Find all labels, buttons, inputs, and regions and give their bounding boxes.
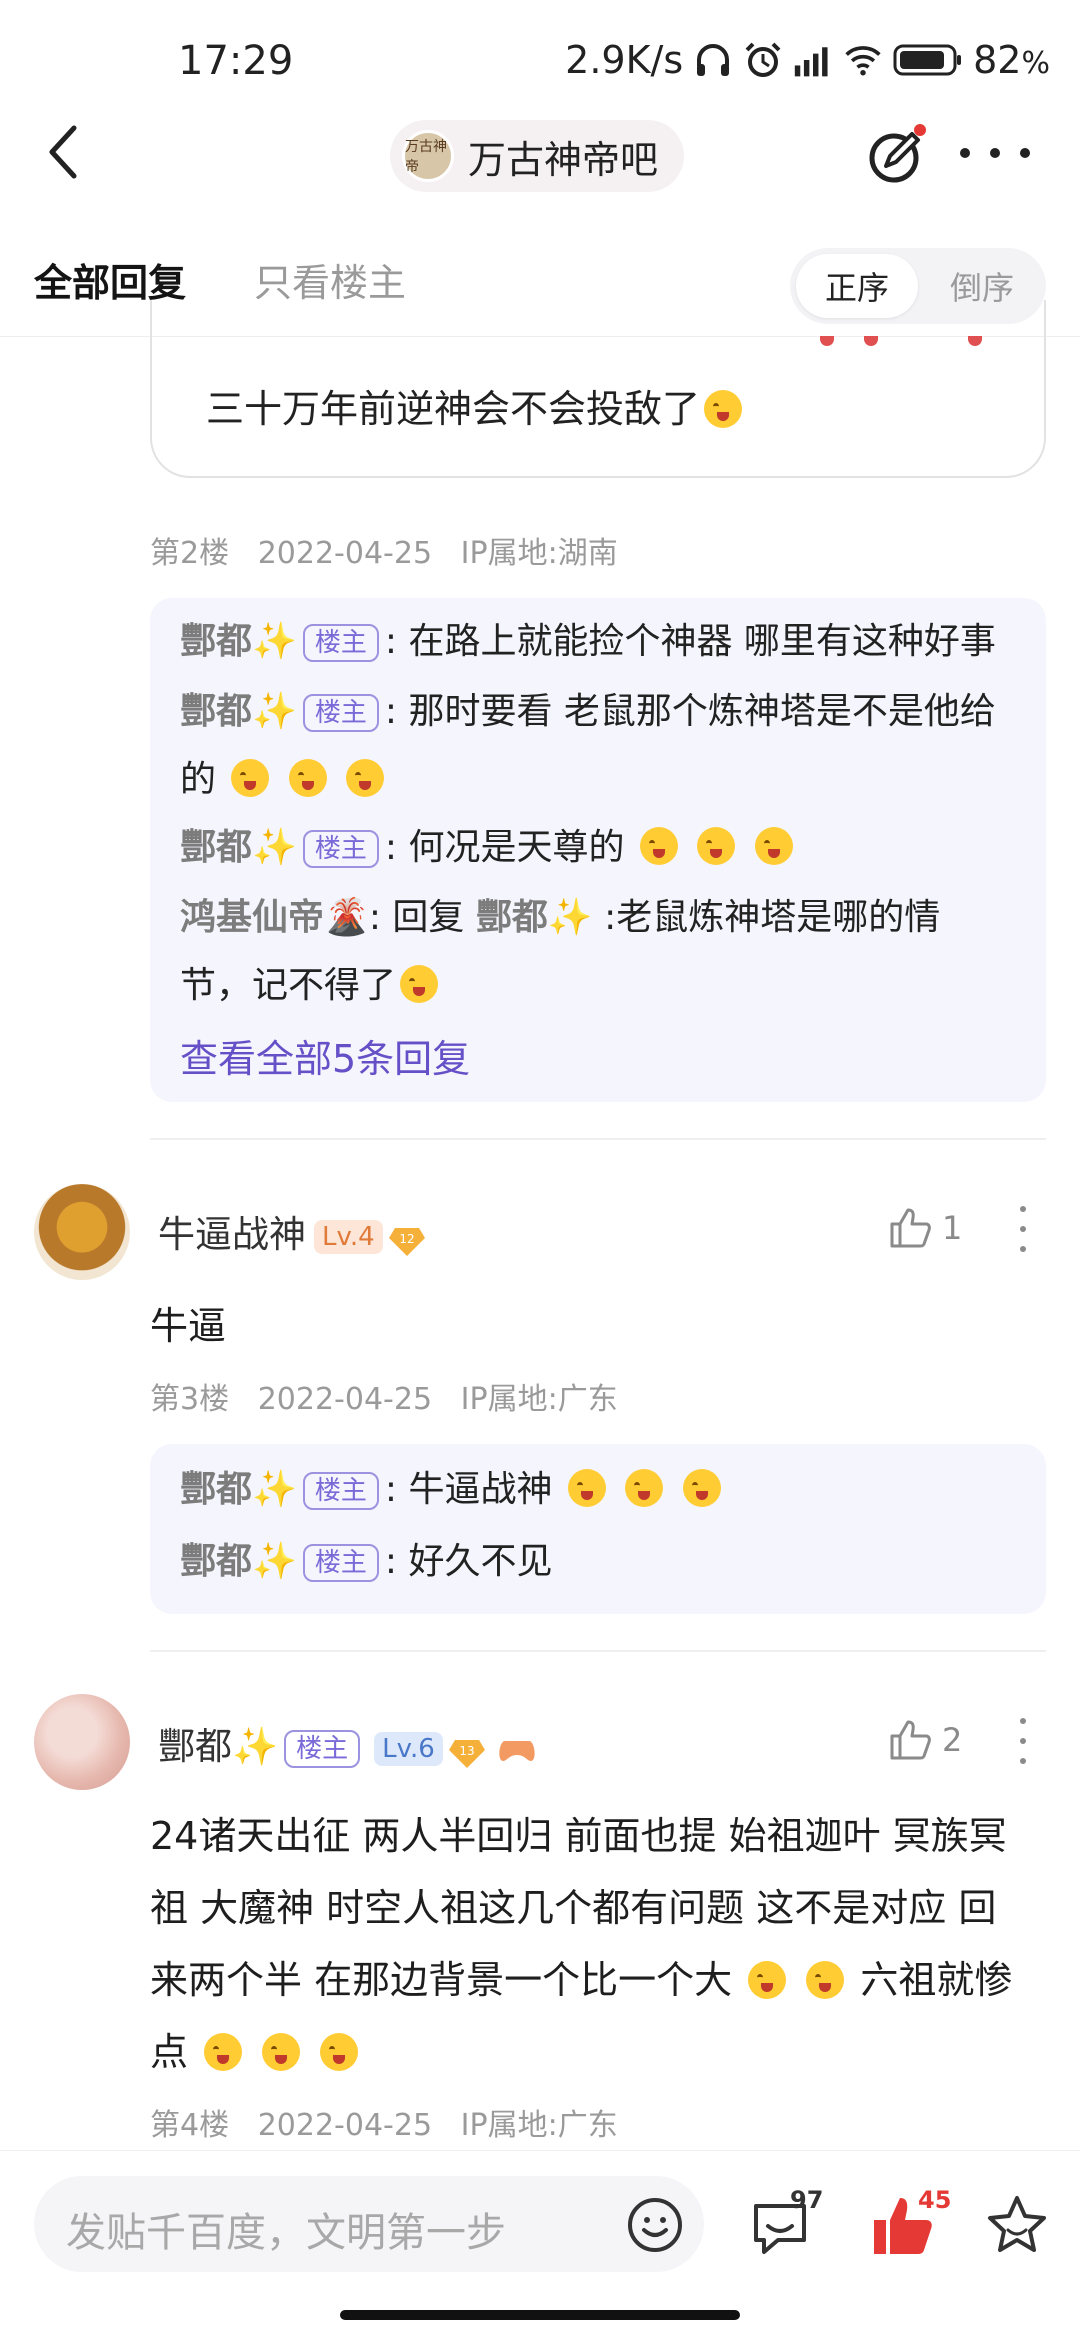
thumb-up-icon [890, 1208, 931, 1248]
diamond-badge-icon: 12 [388, 1222, 425, 1256]
status-time: 17:29 [178, 38, 294, 84]
emoji-icon [704, 390, 743, 428]
reply-input[interactable]: 发贴千百度，文明第一步 [34, 2176, 704, 2272]
headphones-icon [697, 44, 730, 76]
like-count: 2 [942, 1721, 963, 1759]
post-meta: 第4楼 2022-04-25 IP属地:广东 [150, 2108, 618, 2143]
more-options-icon[interactable] [960, 128, 1030, 178]
poster-name[interactable]: 酆都✨ 楼主 Lv.6 13 [158, 1716, 537, 1770]
sub-reply[interactable]: 酆都✨ 楼主: 好久不见 [180, 1528, 1020, 1596]
alarm-icon [745, 42, 781, 77]
svg-text:13: 13 [459, 1744, 474, 1758]
owner-badge: 楼主 [302, 1472, 379, 1510]
level-badge: Lv.6 [374, 1731, 443, 1766]
sub-reply[interactable]: 酆都✨ 楼主: 牛逼战神 [180, 1456, 1020, 1524]
sub-reply-box[interactable]: 酆都✨ 楼主: 牛逼战神 酆都✨ 楼主: 好久不见 [150, 1444, 1046, 1614]
sub-reply[interactable]: 鸿基仙帝🌋: 回复 酆都✨ :老鼠炼神塔是哪的情 节，记不得了 [180, 884, 1020, 1020]
comment-count: 97 [790, 2186, 824, 2214]
owner-badge: 楼主 [302, 1544, 379, 1582]
battery-icon [893, 44, 962, 76]
post-body: 牛逼 [150, 1304, 227, 1348]
owner-badge: 楼主 [302, 624, 379, 662]
poster-name[interactable]: 牛逼战神 Lv.4 12 [158, 1204, 425, 1258]
sub-reply[interactable]: 酆都✨ 楼主: 在路上就能捡个神器 哪里有这种好事 [180, 608, 1020, 676]
battery-unit: % [1021, 46, 1050, 81]
tab-owner-only[interactable]: 只看楼主 [254, 252, 406, 307]
signal-icon [794, 47, 828, 77]
status-bar: 17:29 2.9K/s 82% [0, 0, 1080, 120]
emoji-picker-icon[interactable] [626, 2196, 684, 2254]
net-speed: 2.9K/s [565, 38, 684, 82]
sub-reply[interactable]: 酆都✨ 楼主: 何况是天尊的 [180, 814, 1020, 882]
avatar[interactable] [34, 1184, 130, 1280]
diamond-badge-icon: 13 [448, 1734, 485, 1768]
post-more-icon[interactable] [1018, 1718, 1028, 1764]
avatar[interactable] [34, 1694, 130, 1790]
forum-avatar: 万古神帝 [402, 130, 454, 182]
status-right: 2.9K/s 82% [565, 38, 1050, 82]
quote-card-decoration [820, 336, 982, 346]
owner-badge: 楼主 [302, 694, 379, 732]
star-icon[interactable] [984, 2192, 1050, 2258]
gamepad-icon [497, 1733, 537, 1765]
owner-badge: 楼主 [284, 1729, 361, 1768]
svg-text:12: 12 [399, 1232, 414, 1246]
forum-name: 万古神帝吧 [468, 137, 659, 182]
view-all-replies-link[interactable]: 查看全部5条回复 [180, 1028, 470, 1083]
post-divider [150, 1650, 1046, 1652]
tab-all-replies[interactable]: 全部回复 [34, 252, 186, 307]
like-count-total: 45 [918, 2186, 952, 2214]
post-body: 24诸天出征 两人半回归 前面也提 始祖迦叶 冥族冥 祖 大魔神 时空人祖这几个… [150, 1814, 1013, 2074]
post-meta: 第2楼 2022-04-25 IP属地:湖南 [150, 536, 618, 571]
thumb-up-icon [890, 1720, 931, 1760]
sub-reply[interactable]: 酆都✨ 楼主: 那时要看 老鼠那个炼神塔是不是他给的 [180, 678, 1020, 814]
quote-text: 三十万年前逆神会不会投敌了 [206, 378, 746, 433]
like-button[interactable]: 1 [888, 1206, 962, 1250]
back-arrow-icon[interactable] [44, 122, 84, 182]
forum-name-pill[interactable]: 万古神帝 万古神帝吧 [390, 120, 685, 192]
post-divider [150, 1138, 1046, 1140]
owner-badge: 楼主 [302, 830, 379, 868]
edit-icon[interactable] [868, 124, 928, 184]
post-meta: 第3楼 2022-04-25 IP属地:广东 [150, 1382, 618, 1417]
like-button[interactable]: 2 [888, 1718, 962, 1762]
post-more-icon[interactable] [1018, 1206, 1028, 1252]
sub-reply-box[interactable]: 酆都✨ 楼主: 在路上就能捡个神器 哪里有这种好事 酆都✨ 楼主: 那时要看 老鼠那… [150, 598, 1046, 1102]
home-indicator[interactable] [340, 2310, 740, 2320]
level-badge: Lv.4 [314, 1219, 383, 1254]
like-count: 1 [942, 1209, 963, 1247]
reply-input-placeholder: 发贴千百度，文明第一步 [66, 2210, 506, 2256]
wifi-icon [845, 46, 881, 76]
battery-level: 82 [973, 38, 1022, 82]
